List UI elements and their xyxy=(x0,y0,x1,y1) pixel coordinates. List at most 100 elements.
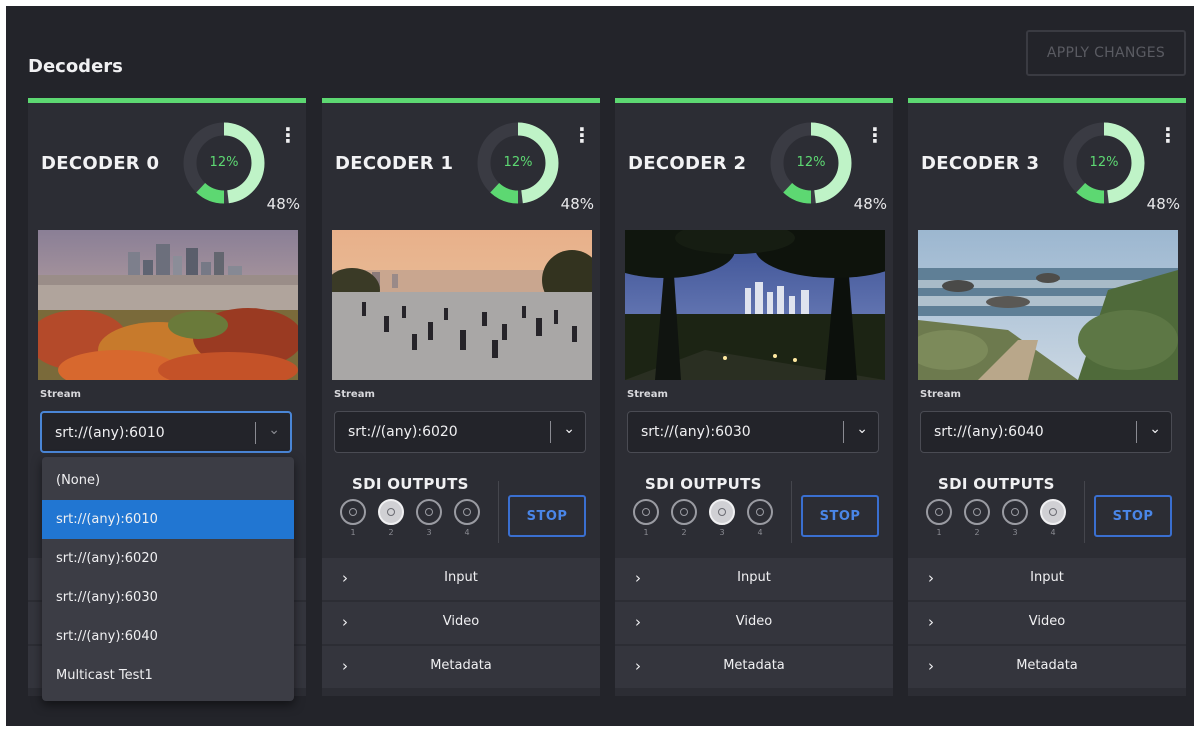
accordion-video[interactable]: › Video xyxy=(615,602,893,644)
stream-label: Stream xyxy=(627,389,668,400)
video-thumbnail xyxy=(38,230,298,380)
select-separator xyxy=(1136,421,1137,443)
sdi-number: 2 xyxy=(974,528,980,537)
decoder-title: DECODER 2 xyxy=(628,153,747,174)
decoder-card-3: DECODER 3 12% 48% ⋮ Stream srt://(any):6… xyxy=(908,98,1186,696)
stream-select-value: srt://(any):6010 xyxy=(55,425,165,441)
gauge-total: 48% xyxy=(1146,195,1180,213)
sdi-output-1[interactable] xyxy=(340,499,366,525)
stream-select-value: srt://(any):6040 xyxy=(934,424,1044,440)
divider xyxy=(1084,481,1085,543)
sdi-output-3[interactable] xyxy=(1002,499,1028,525)
sdi-number: 4 xyxy=(464,528,470,537)
gauge-total: 48% xyxy=(560,195,594,213)
select-separator xyxy=(255,422,256,444)
decoder-card-2: DECODER 2 12% 48% ⋮ Stream srt://(any):6… xyxy=(615,98,893,696)
sdi-output-2[interactable] xyxy=(378,499,404,525)
accordion-metadata[interactable]: › Metadata xyxy=(322,646,600,688)
sdi-number: 1 xyxy=(643,528,649,537)
stop-button[interactable]: STOP xyxy=(508,495,586,537)
more-options-icon[interactable]: ⋮ xyxy=(572,125,592,145)
gauge-percent: 12% xyxy=(1089,155,1119,170)
accordion-video[interactable]: › Video xyxy=(908,602,1186,644)
stream-label: Stream xyxy=(920,389,961,400)
more-options-icon[interactable]: ⋮ xyxy=(865,125,885,145)
stream-select[interactable]: srt://(any):6030 ⌄ xyxy=(627,411,879,453)
sdi-number: 4 xyxy=(757,528,763,537)
gauge-percent: 12% xyxy=(503,155,533,170)
accordion-metadata[interactable]: › Metadata xyxy=(615,646,893,688)
more-options-icon[interactable]: ⋮ xyxy=(278,125,298,145)
more-options-icon[interactable]: ⋮ xyxy=(1158,125,1178,145)
chevron-down-icon[interactable]: ⌄ xyxy=(268,422,280,438)
accordion-video-label: Video xyxy=(735,614,773,629)
dropdown-option[interactable]: (None) xyxy=(42,461,294,500)
accordion-input-label: Input xyxy=(444,570,478,585)
stream-select[interactable]: srt://(any):6020 ⌄ xyxy=(334,411,586,453)
gauge-percent: 12% xyxy=(209,155,239,170)
gauge-percent: 12% xyxy=(796,155,826,170)
sdi-output-2[interactable] xyxy=(671,499,697,525)
sdi-number: 3 xyxy=(1012,528,1018,537)
sdi-number: 1 xyxy=(350,528,356,537)
chevron-down-icon[interactable]: ⌄ xyxy=(1149,421,1161,437)
accordion-metadata-label: Metadata xyxy=(723,658,785,673)
sdi-number: 1 xyxy=(936,528,942,537)
dropdown-option[interactable]: Multicast Test1 xyxy=(42,656,294,695)
select-separator xyxy=(843,421,844,443)
stream-dropdown-menu: (None) srt://(any):6010 srt://(any):6020… xyxy=(42,457,294,701)
video-thumbnail xyxy=(918,230,1178,380)
sdi-output-1[interactable] xyxy=(633,499,659,525)
divider xyxy=(791,481,792,543)
stop-button[interactable]: STOP xyxy=(1094,495,1172,537)
accordion-metadata-label: Metadata xyxy=(430,658,492,673)
decoder-card-1: DECODER 1 12% 48% ⋮ Stream srt://(any):6… xyxy=(322,98,600,696)
decoder-title: DECODER 0 xyxy=(41,153,160,174)
stream-select-value: srt://(any):6030 xyxy=(641,424,751,440)
sdi-outputs-title: SDI OUTPUTS xyxy=(645,475,762,493)
accordion-input-label: Input xyxy=(737,570,771,585)
accordion-video[interactable]: › Video xyxy=(322,602,600,644)
gauge-total: 48% xyxy=(853,195,887,213)
sdi-output-4[interactable] xyxy=(747,499,773,525)
apply-changes-button[interactable]: APPLY CHANGES xyxy=(1026,30,1186,76)
page-title: Decoders xyxy=(28,56,123,77)
sdi-output-3[interactable] xyxy=(709,499,735,525)
stream-select[interactable]: srt://(any):6040 ⌄ xyxy=(920,411,1172,453)
sdi-output-3[interactable] xyxy=(416,499,442,525)
accordion-input[interactable]: › Input xyxy=(322,558,600,600)
video-thumbnail xyxy=(332,230,592,380)
divider xyxy=(498,481,499,543)
dropdown-option[interactable]: srt://(any):6040 xyxy=(42,617,294,656)
accordion-metadata[interactable]: › Metadata xyxy=(908,646,1186,688)
sdi-number: 3 xyxy=(719,528,725,537)
sdi-output-4[interactable] xyxy=(454,499,480,525)
sdi-output-4[interactable] xyxy=(1040,499,1066,525)
sdi-outputs-title: SDI OUTPUTS xyxy=(352,475,469,493)
dropdown-option[interactable]: srt://(any):6020 xyxy=(42,539,294,578)
sdi-number: 3 xyxy=(426,528,432,537)
dropdown-option[interactable]: srt://(any):6030 xyxy=(42,578,294,617)
chevron-down-icon[interactable]: ⌄ xyxy=(856,421,868,437)
stream-label: Stream xyxy=(40,389,81,400)
sdi-output-2[interactable] xyxy=(964,499,990,525)
accordion-metadata-label: Metadata xyxy=(1016,658,1078,673)
accordion-video-label: Video xyxy=(1028,614,1066,629)
decoders-app: Decoders APPLY CHANGES DECODER 0 12% 48%… xyxy=(6,6,1194,726)
select-separator xyxy=(550,421,551,443)
stream-select[interactable]: srt://(any):6010 ⌄ xyxy=(40,411,292,453)
sdi-outputs-title: SDI OUTPUTS xyxy=(938,475,1055,493)
accordion-input[interactable]: › Input xyxy=(615,558,893,600)
stop-button[interactable]: STOP xyxy=(801,495,879,537)
dropdown-option-selected[interactable]: srt://(any):6010 xyxy=(42,500,294,539)
sdi-output-1[interactable] xyxy=(926,499,952,525)
gauge-total: 48% xyxy=(266,195,300,213)
accordion-input[interactable]: › Input xyxy=(908,558,1186,600)
decoder-title: DECODER 3 xyxy=(921,153,1040,174)
chevron-down-icon[interactable]: ⌄ xyxy=(563,421,575,437)
sdi-number: 4 xyxy=(1050,528,1056,537)
decoder-title: DECODER 1 xyxy=(335,153,454,174)
sdi-number: 2 xyxy=(681,528,687,537)
stream-select-value: srt://(any):6020 xyxy=(348,424,458,440)
video-thumbnail xyxy=(625,230,885,380)
